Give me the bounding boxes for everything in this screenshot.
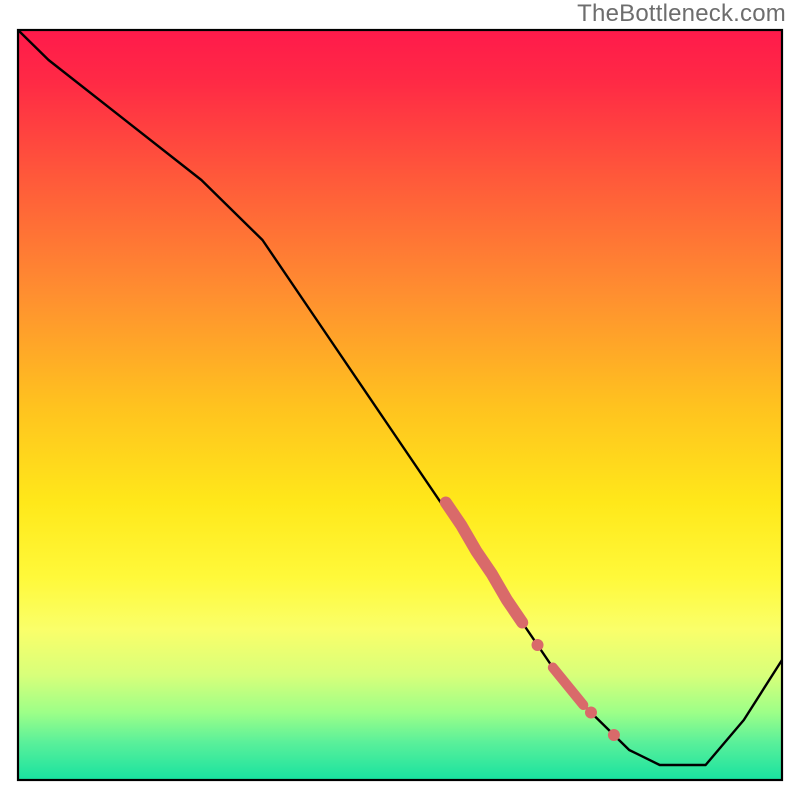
dot-near-bottom <box>608 729 620 741</box>
chart-container: TheBottleneck.com <box>0 0 800 800</box>
watermark-text: TheBottleneck.com <box>577 0 786 28</box>
dot-middle <box>532 639 544 651</box>
bottleneck-chart <box>0 0 800 800</box>
chart-background-gradient <box>18 30 782 780</box>
dot-lower-end <box>585 707 597 719</box>
